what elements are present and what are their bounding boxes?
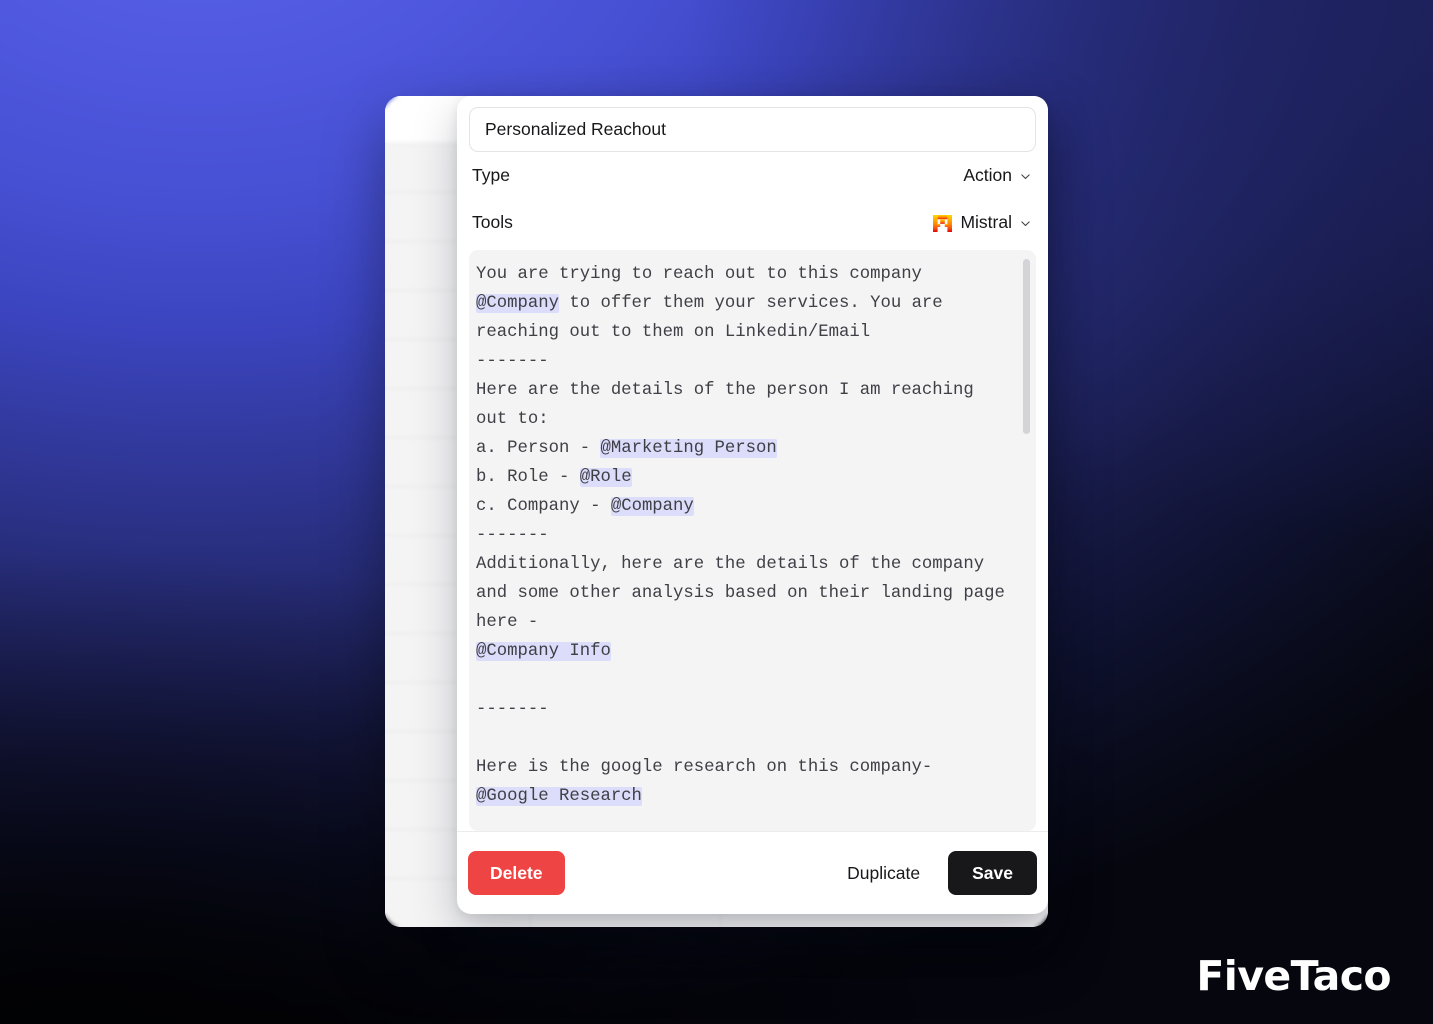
prompt-variable-token: @Marketing Person: [600, 439, 777, 458]
property-value-text-tools: Mistral: [960, 212, 1012, 232]
property-value-tools[interactable]: Mistral: [932, 212, 1032, 233]
prompt-text-run: b. Role -: [476, 468, 570, 487]
property-value-text-type: Action: [963, 165, 1012, 185]
prompt-text-run: to offer them your services. You are rea…: [476, 294, 974, 458]
save-button[interactable]: Save: [948, 851, 1037, 895]
footer-right-actions: Duplicate Save: [839, 851, 1037, 895]
delete-button[interactable]: Delete: [468, 851, 565, 895]
prompt-variable-token: @Company: [610, 497, 694, 516]
property-label-tools: Tools: [472, 212, 513, 232]
prompt-variable-token: @Company: [476, 294, 559, 313]
prompt-scrollbar-thumb[interactable]: [1023, 259, 1030, 434]
prompt-text-content: You are trying to reach out to this comp…: [476, 260, 1014, 811]
duplicate-button[interactable]: Duplicate: [839, 851, 928, 895]
chevron-down-icon: [1019, 170, 1032, 183]
prompt-variable-token: @Role: [579, 468, 632, 487]
prompt-text-run: You are trying to reach out to this comp…: [476, 265, 922, 284]
fivetaco-watermark: FiveTaco: [1196, 952, 1391, 1000]
prompt-variable-token: @Google Research: [476, 787, 642, 806]
chevron-down-icon: [1019, 217, 1032, 230]
edit-step-modal: Type Action Tools: [457, 96, 1048, 914]
property-row-type[interactable]: Type Action: [469, 152, 1036, 199]
prompt-variable-token: @Company Info: [476, 642, 611, 661]
prompt-textarea[interactable]: You are trying to reach out to this comp…: [469, 250, 1036, 831]
step-title-input[interactable]: [469, 107, 1036, 152]
modal-footer: Delete Duplicate Save: [457, 831, 1048, 914]
property-row-tools[interactable]: Tools Mistral: [469, 199, 1036, 246]
mistral-logo-icon: [932, 213, 953, 234]
prompt-scroll-viewport[interactable]: You are trying to reach out to this comp…: [469, 250, 1036, 831]
prompt-text-run: c. Company -: [476, 497, 601, 516]
prompt-text-run: ------- Here is the google research on t…: [476, 700, 933, 777]
property-label-type: Type: [472, 165, 510, 185]
property-value-type[interactable]: Action: [963, 165, 1032, 186]
prompt-text-run: ------- Additionally, here are the detai…: [476, 526, 1005, 632]
